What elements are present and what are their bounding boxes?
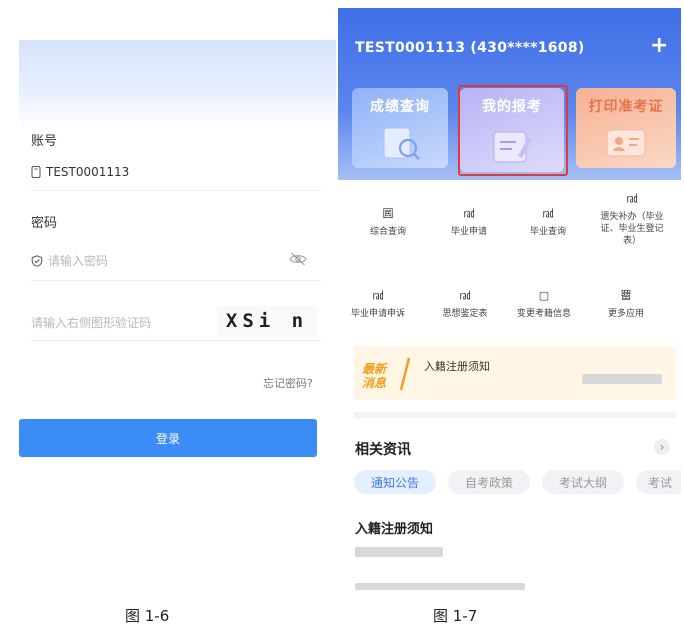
grid-label: 思想鉴定表	[442, 309, 488, 319]
grid-item-ideology-form[interactable]: ㎭ 思想鉴定表	[425, 290, 505, 320]
latest-news-bar[interactable]: 最新 消息 入籍注册须知	[354, 346, 676, 400]
grid-label: 更多应用	[607, 309, 644, 319]
grid-label: 毕业申请申诉	[350, 309, 405, 319]
login-screen: 账号 TEST0001113 密码 请输入密码 请输入右侧图形验证码 XSi n…	[19, 40, 336, 570]
grid-label: 综合查询	[369, 227, 406, 237]
forgot-password-link[interactable]: 忘记密码?	[263, 375, 313, 391]
divider	[31, 280, 321, 281]
news-title: 入籍注册须知	[424, 360, 490, 373]
tab-exam[interactable]: 考试	[636, 470, 681, 494]
password-field[interactable]: 请输入密码	[31, 252, 321, 269]
article-title[interactable]: 入籍注册须知	[355, 518, 433, 537]
grid-label: 变更考籍信息	[516, 309, 571, 319]
blurred-text	[355, 583, 525, 590]
doc-icon: ▢	[538, 289, 550, 302]
login-header-gradient	[19, 40, 336, 130]
news-tag-line: 最新	[362, 362, 387, 376]
figure-caption-right: 图 1-7	[433, 607, 478, 625]
phone-icon	[31, 166, 41, 178]
tab-syllabus[interactable]: 考试大纲	[542, 470, 624, 494]
account-label: 账号	[31, 134, 58, 149]
app-icon: ㎭	[626, 192, 638, 205]
divider	[31, 190, 321, 191]
news-tag: 最新 消息	[362, 362, 386, 390]
card-label: 打印准考证	[588, 99, 664, 115]
app-icon: ㎭	[463, 207, 475, 220]
grid-label: 毕业申请	[450, 227, 487, 237]
grid-item-lost-reissue[interactable]: ㎭ 遗失补办（毕业证、毕业生登记表）	[595, 193, 669, 247]
home-screen: TEST0001113 (430****1608) + 成绩查询 我的报考 打印…	[338, 8, 681, 590]
tab-notice[interactable]: 通知公告	[354, 470, 436, 494]
add-button[interactable]: +	[650, 33, 668, 58]
highlight-box	[458, 85, 568, 176]
grid-item-comprehensive-query[interactable]: 囻 综合查询	[348, 208, 428, 238]
password-label: 密码	[31, 216, 58, 231]
divider	[31, 340, 321, 341]
print-admission-card[interactable]: 打印准考证	[576, 88, 676, 168]
admission-icon	[606, 129, 646, 157]
tab-policy[interactable]: 自考政策	[448, 470, 530, 494]
account-title: TEST0001113 (430****1608)	[355, 40, 585, 56]
account-value: TEST0001113	[46, 165, 130, 179]
app-icon: ㎭	[372, 289, 384, 302]
login-button[interactable]: 登录	[19, 419, 317, 457]
related-info-title: 相关资讯	[355, 442, 411, 458]
blurred-date	[582, 374, 662, 384]
blurred-text	[355, 547, 443, 557]
grid-item-graduation-query[interactable]: ㎭ 毕业查询	[508, 208, 588, 238]
grid-item-change-info[interactable]: ▢ 变更考籍信息	[504, 290, 584, 320]
captcha-image[interactable]: XSi n	[217, 306, 317, 336]
news-tag-line: 消息	[362, 376, 387, 390]
grid-label: 毕业查询	[529, 227, 566, 237]
grid-item-graduation-appeal[interactable]: ㎭ 毕业申请申诉	[338, 290, 418, 320]
score-query-card[interactable]: 成绩查询	[352, 88, 448, 168]
shield-icon	[31, 254, 43, 267]
captcha-input[interactable]: 请输入右侧图形验证码	[31, 314, 151, 331]
grid-item-graduation-apply[interactable]: ㎭ 毕业申请	[429, 208, 509, 238]
password-input[interactable]: 请输入密码	[48, 252, 108, 269]
account-field[interactable]: TEST0001113	[31, 165, 129, 179]
grid-icon: 罶	[620, 289, 632, 302]
section-gap	[354, 412, 676, 418]
app-icon: ㎭	[459, 289, 471, 302]
grid-label: 遗失补办（毕业证、毕业生登记表）	[600, 212, 664, 246]
query-icon: 囻	[382, 207, 394, 220]
app-icon: ㎭	[542, 207, 554, 220]
slash-divider	[399, 357, 411, 391]
eye-off-icon[interactable]	[289, 252, 307, 266]
grid-item-more-apps[interactable]: 罶 更多应用	[586, 290, 666, 320]
score-icon	[383, 127, 420, 160]
card-label: 成绩查询	[370, 99, 430, 115]
chevron-right-icon[interactable]: ›	[654, 439, 670, 455]
figure-caption-left: 图 1-6	[125, 607, 170, 625]
